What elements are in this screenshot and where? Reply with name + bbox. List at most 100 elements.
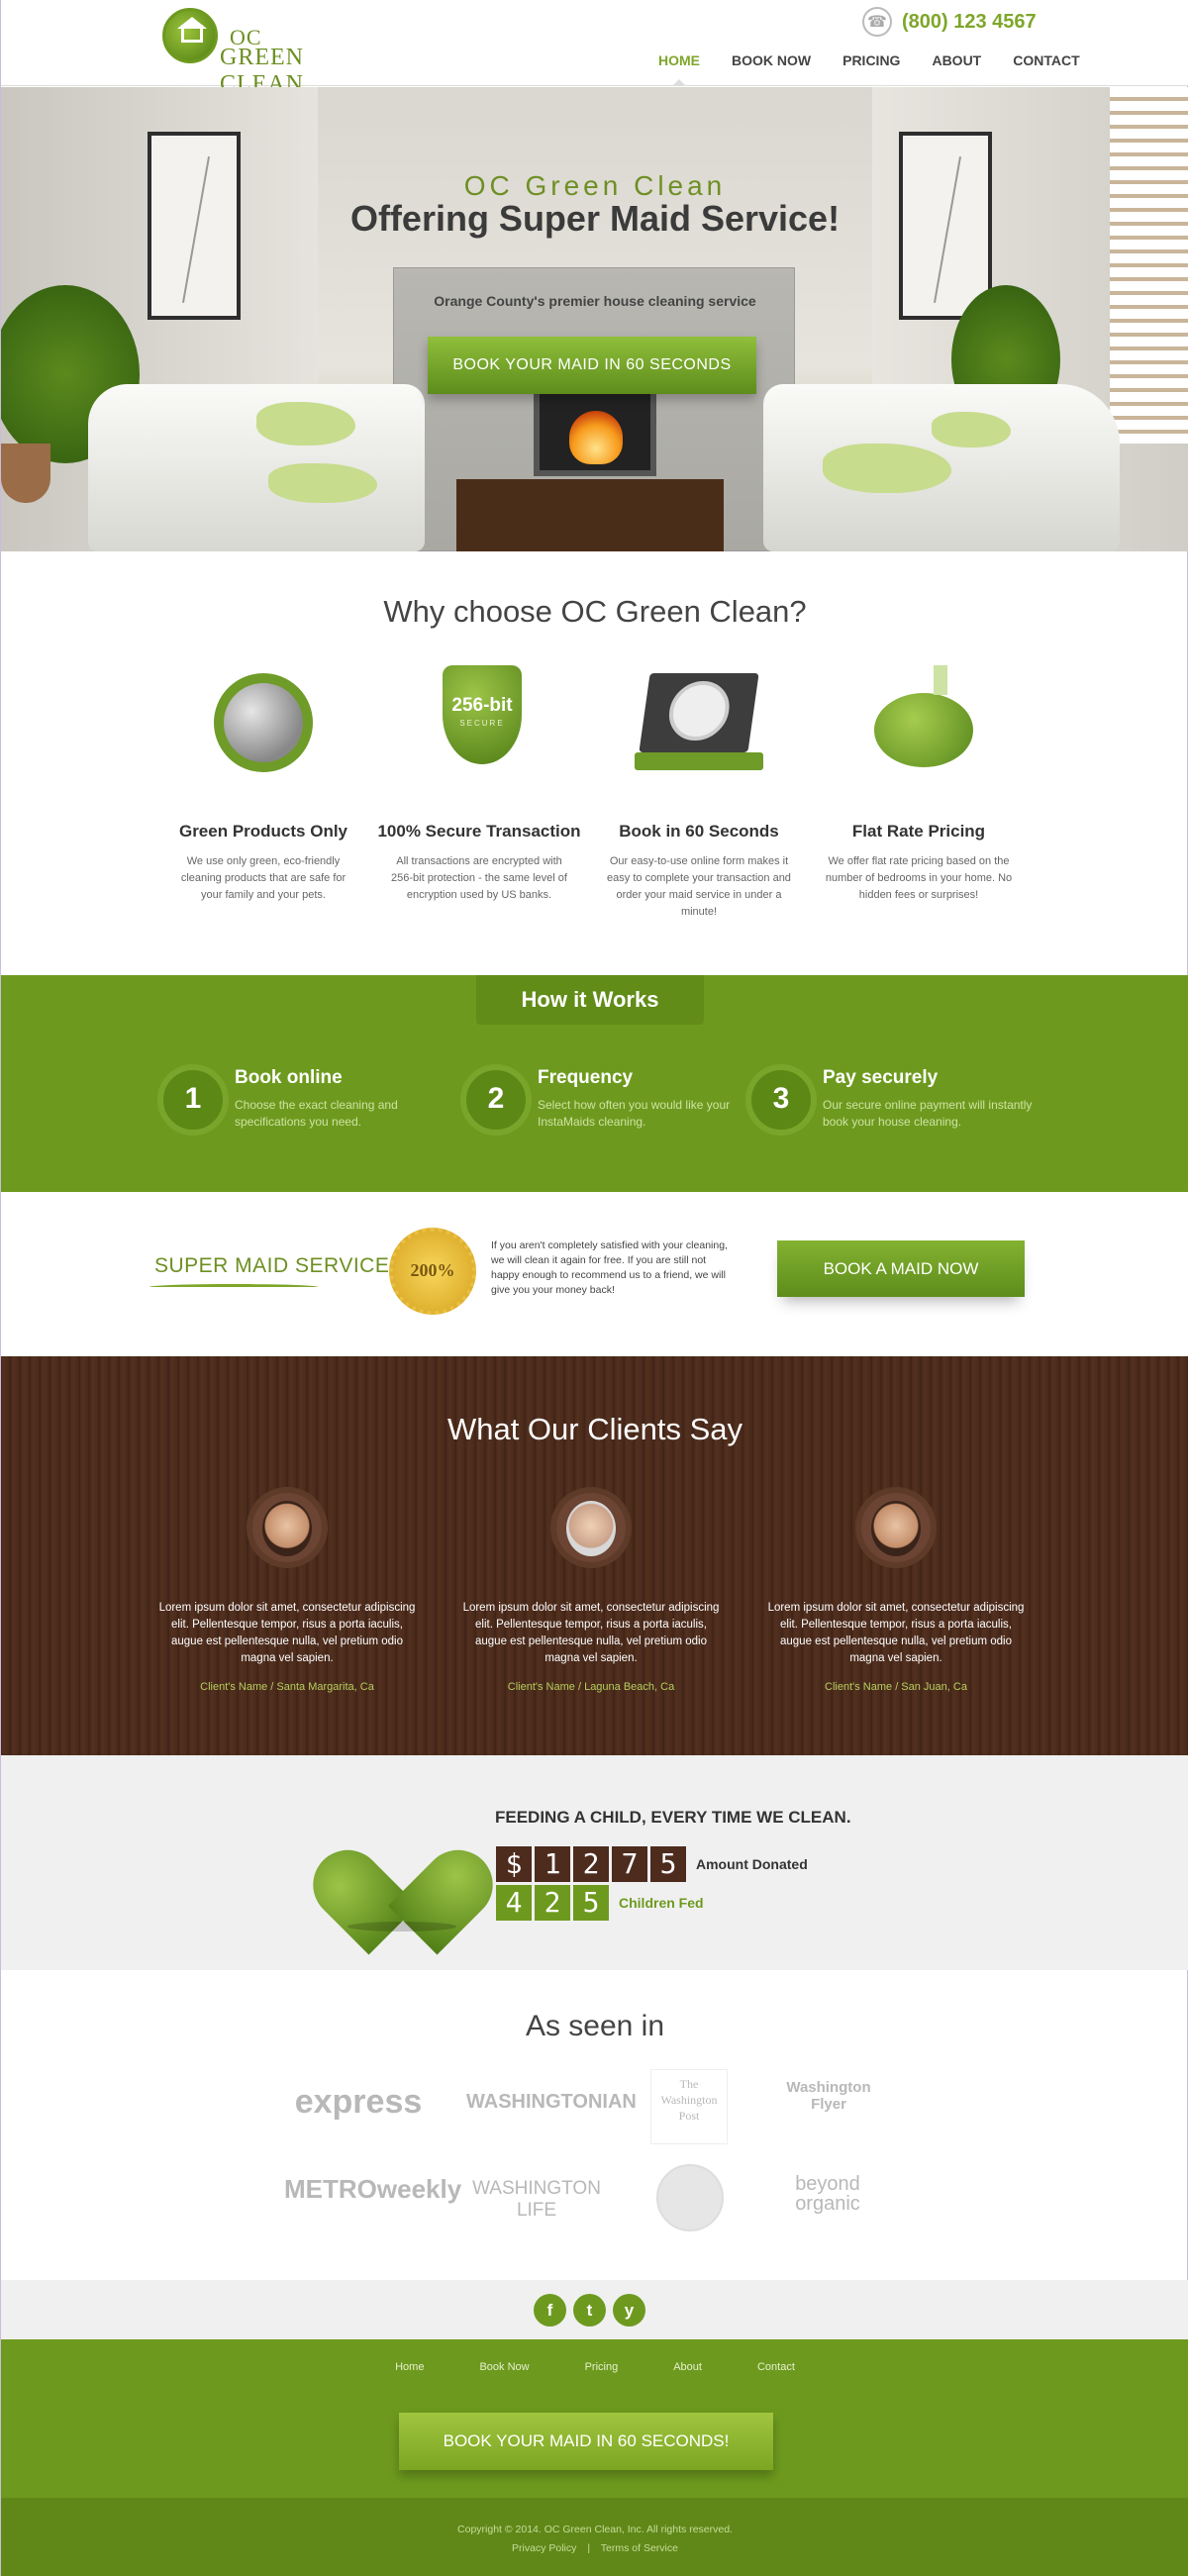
testimonials-title: What Our Clients Say [446, 1412, 743, 1446]
avatar [247, 1487, 328, 1568]
pillow-image [268, 463, 377, 503]
counter-digit: 1 [535, 1846, 570, 1882]
testimonial-author: Client's Name / Santa Margarita, Ca [200, 1681, 374, 1693]
testimonial-text: Lorem ipsum dolor sit amet, consectetur … [462, 1602, 720, 1664]
seal-value: 200% [410, 1260, 455, 1280]
amount-counter: $ 1 2 7 5 [496, 1846, 689, 1882]
twitter-icon[interactable]: t [573, 2294, 606, 2327]
guarantee-text: If you aren't completely satisfied with … [491, 1239, 728, 1296]
counter-digit: 5 [573, 1885, 609, 1921]
book-maid-button[interactable]: BOOK A MAID NOW [777, 1240, 1025, 1297]
footer-link-book-now[interactable]: Book Now [479, 2361, 529, 2373]
phone-contact[interactable]: ☎ (800) 123 4567 [862, 6, 1037, 38]
footer-bottom: Copyright © 2014. OC Green Clean, Inc. A… [1, 2498, 1188, 2576]
press-logo-express: express [294, 2083, 423, 2121]
footer-link-contact[interactable]: Contact [757, 2361, 795, 2373]
press-logo-metroweekly: METROweekly [284, 2174, 462, 2204]
coffee-table-image [456, 479, 724, 551]
main-nav: HOME BOOK NOW PRICING ABOUT CONTACT [643, 48, 1096, 85]
press-logo-seal-icon [656, 2164, 724, 2231]
children-label: Children Fed [619, 1895, 704, 1911]
shield-sublabel: SECURE [459, 719, 505, 728]
as-seen-in-title: As seen in [525, 2010, 665, 2042]
page: OC GREEN CLEAN ☎ (800) 123 4567 HOME BOO… [0, 0, 1188, 2576]
house-leaf-icon [162, 8, 218, 63]
counter-digit: 7 [612, 1846, 647, 1882]
testimonial: Lorem ipsum dolor sit amet, consectetur … [154, 1487, 420, 1693]
testimonial: Lorem ipsum dolor sit amet, consectetur … [458, 1487, 724, 1693]
hero-banner: OC Green Clean Offering Super Maid Servi… [1, 87, 1188, 551]
laptop-clock-icon [635, 653, 763, 792]
hero-title: Offering Super Maid Service! [349, 198, 841, 239]
counter-digit: 2 [573, 1846, 609, 1882]
shield-label: 256-bit [451, 695, 513, 716]
step-title: Pay securely [823, 1067, 939, 1088]
nav-about[interactable]: ABOUT [932, 48, 981, 73]
feature-flat-rate: Flat Rate Pricing We offer flat rate pri… [815, 653, 1023, 901]
nav-contact[interactable]: CONTACT [1013, 48, 1079, 73]
feature-title: Book in 60 Seconds [619, 822, 779, 841]
step-number: 3 [745, 1064, 817, 1136]
piggy-bank-icon [854, 653, 983, 792]
social-bar: f t y [1, 2280, 1188, 2339]
nav-pricing[interactable]: PRICING [842, 48, 900, 73]
step-text: Select how often you would like your Ins… [538, 1098, 731, 1129]
shield-256-bit-icon: 256-bit SECURE [415, 653, 544, 792]
footer-book-button[interactable]: BOOK YOUR MAID IN 60 SECONDS! [399, 2413, 773, 2470]
how-title: How it Works [476, 975, 704, 1025]
heart-shadow [347, 1922, 456, 1932]
testimonial-text: Lorem ipsum dolor sit amet, consectetur … [767, 1602, 1025, 1664]
link-separator: | [587, 2542, 591, 2554]
counter-digit: $ [496, 1846, 532, 1882]
children-counter: 4 2 5 [496, 1885, 612, 1921]
swoosh-icon [149, 1284, 318, 1290]
window-blinds-image [1110, 87, 1188, 444]
feature-text: Our easy-to-use online form makes it eas… [607, 855, 791, 918]
press-logo-washingtonian: WASHINGTONIAN [466, 2091, 637, 2113]
feature-green-products: Green Products Only We use only green, e… [159, 653, 367, 901]
feature-text: We offer flat rate pricing based on the … [825, 855, 1013, 901]
nav-home[interactable]: HOME [658, 48, 700, 85]
super-maid-label: SUPER MAID SERVICE [154, 1254, 390, 1277]
hero-book-button[interactable]: BOOK YOUR MAID IN 60 SECONDS [428, 337, 756, 394]
phone-icon: ☎ [862, 7, 892, 37]
feature-secure-transaction: 256-bit SECURE 100% Secure Transaction A… [375, 653, 583, 901]
logo[interactable]: OC GREEN CLEAN [162, 8, 390, 97]
site-footer: Home Book Now Pricing About Contact BOOK… [1, 2339, 1188, 2498]
footer-link-about[interactable]: About [673, 2361, 702, 2373]
pillow-image [256, 402, 355, 446]
phone-number[interactable]: (800) 123 4567 [902, 11, 1037, 34]
hero-tagline: Orange County's premier house cleaning s… [434, 293, 756, 309]
donation-title: FEEDING A CHILD, EVERY TIME WE CLEAN. [495, 1808, 851, 1827]
step-number: 1 [157, 1064, 229, 1136]
counter-digit: 4 [496, 1885, 532, 1921]
donation-section: FEEDING A CHILD, EVERY TIME WE CLEAN. $ … [1, 1755, 1188, 1970]
testimonials-section: What Our Clients Say Lorem ipsum dolor s… [1, 1356, 1188, 1755]
avatar [855, 1487, 937, 1568]
testimonial: Lorem ipsum dolor sit amet, consectetur … [763, 1487, 1029, 1693]
testimonial-text: Lorem ipsum dolor sit amet, consectetur … [158, 1602, 416, 1664]
step-text: Our secure online payment will instantly… [823, 1098, 1033, 1129]
recycle-globe-icon [199, 653, 328, 792]
sofa-left-image [88, 384, 425, 551]
heart-icon [298, 1807, 508, 1955]
privacy-policy-link[interactable]: Privacy Policy [512, 2542, 576, 2554]
press-logo-washington-life: WASHINGTON LIFE [472, 2178, 601, 2221]
facebook-icon[interactable]: f [534, 2294, 566, 2327]
step-title: Book online [235, 1067, 343, 1088]
guarantee-section: SUPER MAID SERVICE 200% If you aren't co… [1, 1192, 1188, 1356]
avatar [550, 1487, 632, 1568]
pot-left-image [1, 444, 50, 503]
footer-nav: Home Book Now Pricing About Contact [1, 2361, 1188, 2373]
counter-digit: 2 [535, 1885, 570, 1921]
yelp-icon[interactable]: y [613, 2294, 645, 2327]
step-title: Frequency [538, 1067, 634, 1088]
feature-title: 100% Secure Transaction [377, 822, 581, 841]
footer-link-pricing[interactable]: Pricing [585, 2361, 619, 2373]
terms-link[interactable]: Terms of Service [601, 2542, 678, 2554]
testimonial-author: Client's Name / Laguna Beach, Ca [507, 1681, 675, 1693]
step-number: 2 [460, 1064, 532, 1136]
feature-text: All transactions are encrypted with 256-… [391, 855, 567, 901]
nav-book-now[interactable]: BOOK NOW [732, 48, 811, 73]
footer-link-home[interactable]: Home [395, 2361, 424, 2373]
